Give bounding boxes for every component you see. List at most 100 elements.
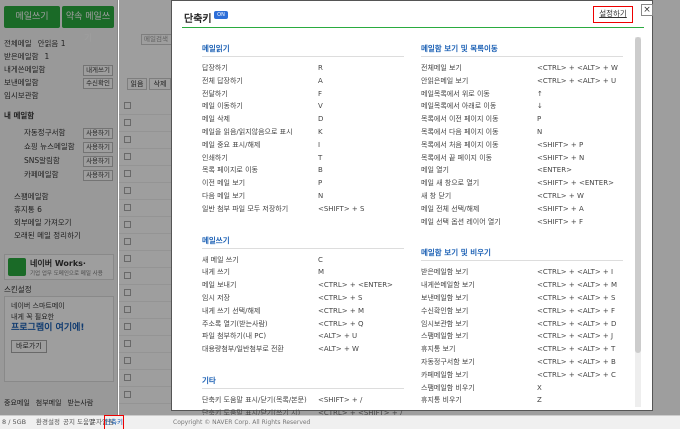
row-checkbox[interactable]: [124, 272, 131, 279]
row-checkbox[interactable]: [124, 306, 131, 313]
sidebar-item[interactable]: SNS알림함 사용하기: [4, 155, 113, 167]
sidebar-item-tag[interactable]: 수신확인: [83, 78, 113, 89]
shortcut-action: 메일 전체 선택/해제: [421, 204, 480, 213]
sidebar-item-label: 오래된 메일 정리하기: [14, 231, 81, 240]
sidebar-item-tag[interactable]: 내게쓰기: [83, 65, 113, 76]
footer-settings-link[interactable]: 환경설정: [36, 416, 60, 429]
sidebar-item[interactable]: 내게쓴메일함 내게쓰기: [4, 64, 113, 76]
mail-row[interactable]: [119, 166, 179, 183]
shortcut-row: 메일목록에서 아래로 이동 ↓: [421, 101, 631, 112]
row-checkbox[interactable]: [124, 153, 131, 160]
mail-row[interactable]: [119, 353, 179, 370]
mail-row[interactable]: [119, 302, 179, 319]
mail-row[interactable]: [119, 149, 179, 166]
row-checkbox[interactable]: [124, 374, 131, 381]
delete-button[interactable]: 삭제: [149, 78, 171, 90]
shortcut-action: 목록 페이지로 이동: [202, 166, 258, 175]
row-checkbox[interactable]: [124, 238, 131, 245]
shortcut-key: I: [318, 140, 321, 149]
row-checkbox[interactable]: [124, 340, 131, 347]
mail-row[interactable]: [119, 98, 179, 115]
filter-attachment[interactable]: 첨부메일: [36, 398, 62, 408]
mail-row[interactable]: [119, 234, 179, 251]
sidebar-item[interactable]: 스팸메일함: [4, 191, 113, 203]
shortcut-action: 목록에서 다음 페이지 이동: [421, 128, 499, 136]
mail-row[interactable]: [119, 217, 179, 234]
mail-row[interactable]: [119, 132, 179, 149]
shortcut-row: 메일 이동하기 V: [202, 101, 412, 112]
ad-line2: 내게 꼭 필요한: [11, 313, 55, 321]
mail-row[interactable]: [119, 370, 179, 387]
row-checkbox[interactable]: [124, 391, 131, 398]
self-mail-button[interactable]: 약속 메일쓰기: [62, 6, 114, 44]
row-checkbox[interactable]: [124, 204, 131, 211]
shortcut-row: 목록 페이지로 이동 B: [202, 165, 412, 176]
row-checkbox[interactable]: [124, 136, 131, 143]
sidebar-item[interactable]: 받은메일함 1: [4, 51, 113, 63]
shortcut-row: 내게 쓰기 M: [202, 267, 412, 278]
shortcut-action: 메일을 읽음/읽지않음으로 표시: [202, 128, 293, 136]
skin-setting-link[interactable]: 스킨설정: [4, 284, 113, 296]
row-checkbox[interactable]: [124, 187, 131, 194]
title-divider: [182, 27, 644, 28]
shortcut-row: 메일 열기 <ENTER>: [421, 165, 631, 176]
sidebar-item[interactable]: 쇼핑 뉴스메일함 사용하기: [4, 141, 113, 153]
sidebar-item[interactable]: 휴지통 6: [4, 204, 113, 216]
shortcut-key: <ALT> + W: [318, 345, 359, 354]
sidebar-item-label: 전체메일: [4, 39, 32, 48]
sidebar-item[interactable]: 카페메일함 사용하기: [4, 169, 113, 181]
shortcut-modal: 단축키 ON 설정하기 × 메일읽기 답장하기 R 전체 답장하기 A 전달하기 F 메일 이…: [171, 0, 653, 417]
filter-important[interactable]: 중요메일: [4, 398, 30, 408]
sidebar-item[interactable]: 외부메일 가져오기: [4, 217, 113, 229]
row-checkbox[interactable]: [124, 323, 131, 330]
sidebar-item[interactable]: 보낸메일함 수신확인: [4, 77, 113, 89]
mail-row[interactable]: [119, 183, 179, 200]
shortcut-action: 새 메일 쓰기: [202, 255, 239, 264]
row-checkbox[interactable]: [124, 102, 131, 109]
modal-scrollbar[interactable]: [635, 37, 641, 407]
mail-row[interactable]: [119, 336, 179, 353]
ad-go-button[interactable]: 바로가기: [11, 340, 47, 353]
row-checkbox[interactable]: [124, 255, 131, 262]
row-checkbox[interactable]: [124, 357, 131, 364]
shortcut-key: F: [318, 89, 323, 98]
sidebar-item[interactable]: 자동정구서함 사용하기: [4, 127, 113, 139]
shortcut-key: <CTRL> + Q: [318, 319, 364, 328]
shortcut-row: 메일을 읽음/읽지않음으로 표시 K: [202, 127, 412, 138]
footer-notice-link[interactable]: 공지: [63, 416, 75, 429]
shortcut-key: <CTRL> + <ALT> + J: [537, 332, 614, 341]
shortcut-action: 인쇄하기: [202, 153, 228, 162]
sidebar-item-tag[interactable]: 사용하기: [83, 142, 113, 153]
filter-recipient[interactable]: 받는사람: [68, 398, 94, 408]
my-mailbox-header[interactable]: 내 메일함: [4, 110, 113, 122]
scrollbar-thumb[interactable]: [635, 37, 641, 353]
mail-row[interactable]: [119, 387, 179, 404]
row-checkbox[interactable]: [124, 170, 131, 177]
shortcut-key: <CTRL> + <ENTER>: [318, 281, 393, 290]
mail-row[interactable]: [119, 319, 179, 336]
mail-row[interactable]: [119, 268, 179, 285]
mail-row[interactable]: [119, 285, 179, 302]
settings-button[interactable]: 설정하기: [593, 6, 633, 23]
mail-row[interactable]: [119, 200, 179, 217]
shortcut-key: <ALT> + U: [318, 332, 358, 341]
naver-works-banner[interactable]: 네이버 Works· 기업 업무 도메인으로 메일 사용: [4, 254, 114, 280]
promo-ad[interactable]: 네이버 스마트메이 내게 꼭 필요한 프로그램이 여기에! 바로가기: [4, 296, 114, 382]
row-checkbox[interactable]: [124, 289, 131, 296]
sidebar-item-tag[interactable]: 사용하기: [83, 156, 113, 167]
sidebar-item[interactable]: 임시보관함: [4, 90, 113, 102]
sidebar-item-tag[interactable]: 사용하기: [83, 170, 113, 181]
mark-read-button[interactable]: 읽음: [127, 78, 147, 90]
sidebar-item[interactable]: 오래된 메일 정리하기: [4, 230, 113, 242]
write-mail-button[interactable]: 메일쓰기: [4, 6, 60, 28]
shortcut-action: 목록에서 이전 페이지 이동: [421, 115, 499, 124]
row-checkbox[interactable]: [124, 119, 131, 126]
mail-search-input[interactable]: 메일검색: [141, 34, 175, 45]
mail-row[interactable]: [119, 115, 179, 132]
mail-row[interactable]: [119, 251, 179, 268]
footer-shortcut-link[interactable]: 단축키: [104, 415, 124, 429]
sidebar-item-tag[interactable]: 사용하기: [83, 128, 113, 139]
row-checkbox[interactable]: [124, 221, 131, 228]
sidebar-item[interactable]: 전체메일 안읽음 1: [4, 38, 113, 50]
close-icon[interactable]: ×: [641, 4, 653, 16]
